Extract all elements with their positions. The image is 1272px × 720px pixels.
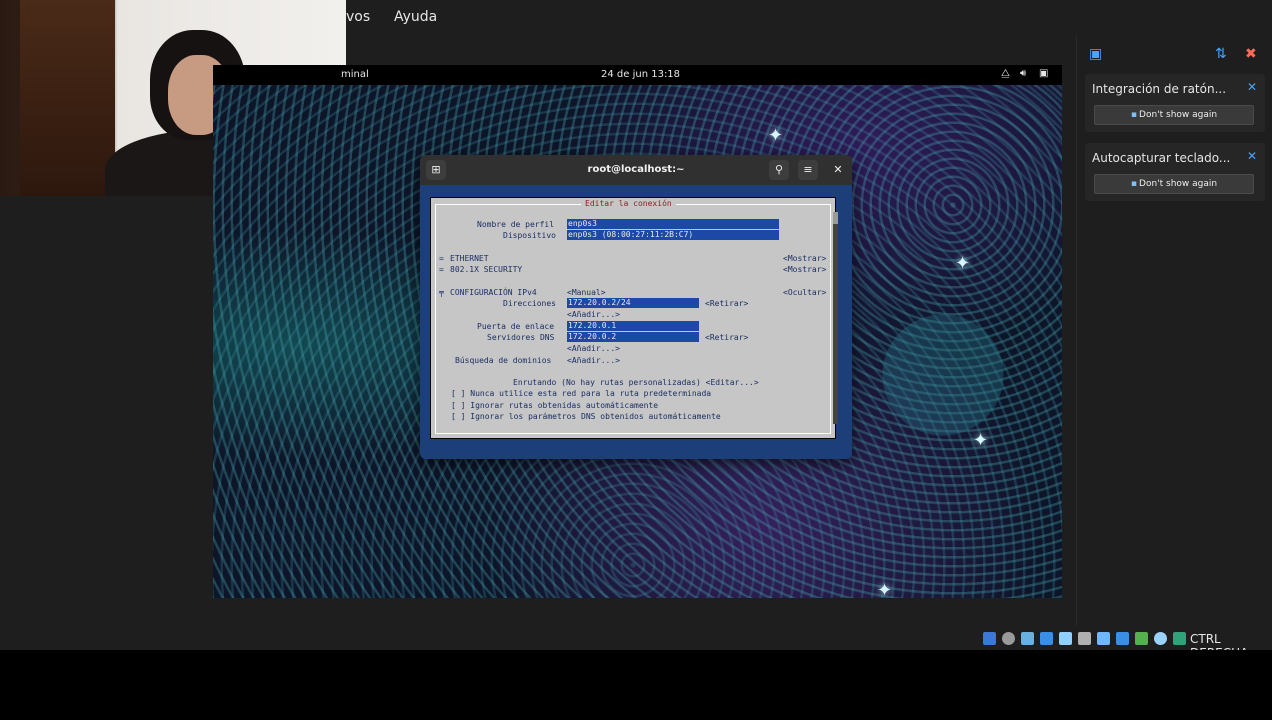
terminal-body[interactable]: Editar la conexión Nombre de perfil enp0… <box>420 185 852 459</box>
usb-icon[interactable] <box>1059 632 1072 645</box>
ignore-auto-routes-checkbox[interactable]: [ ] Ignorar rutas obtenidas automáticame… <box>451 401 658 410</box>
menu-archivo[interactable]: vos <box>346 9 370 25</box>
security-show-button[interactable]: <Mostrar> <box>783 265 826 274</box>
optical-drive-icon[interactable] <box>983 632 996 645</box>
notification-icon[interactable]: ▣ <box>1089 46 1102 62</box>
webcam-background-door <box>20 0 115 196</box>
volume-icon[interactable]: 🔊︎ <box>1020 68 1026 79</box>
device-label: Dispositivo <box>503 231 556 240</box>
close-icon[interactable]: ✕ <box>1247 149 1257 163</box>
dont-show-again-label: Don't show again <box>1139 179 1218 189</box>
keyboard-capture-icon[interactable] <box>1173 632 1186 645</box>
gateway-field[interactable]: 172.20.0.1 <box>567 321 699 331</box>
profile-label: Nombre de perfil <box>477 220 555 229</box>
wallpaper-star: ✦ <box>973 430 989 451</box>
addresses-label: Direcciones <box>503 299 556 308</box>
remove-address-button[interactable]: <Retirar> <box>705 299 748 308</box>
display-icon[interactable] <box>1097 632 1110 645</box>
ipv4-section-toggle[interactable]: ╤ <box>439 288 449 297</box>
bottom-letterbox <box>0 650 1272 720</box>
vm-statusbar: CTRL DERECHA <box>0 628 1272 660</box>
nmtui-scrollbar-thumb[interactable] <box>833 224 838 424</box>
mouse-integration-icon[interactable] <box>1154 632 1167 645</box>
close-icon[interactable]: ✕ <box>1247 80 1257 94</box>
guest-topbar: minal 24 de jun 13:18 ⧋ 🔊︎ ▣ <box>213 65 1062 85</box>
dont-show-again-label: Don't show again <box>1139 110 1218 120</box>
dont-show-again-button[interactable]: ▪ Don't show again <box>1094 105 1254 125</box>
ethernet-section-toggle[interactable]: = <box>439 254 449 263</box>
guest-clock[interactable]: 24 de jun 13:18 <box>601 69 680 80</box>
battery-icon[interactable]: ▣ <box>1039 68 1048 79</box>
ignore-auto-dns-checkbox[interactable]: [ ] Ignorar los parámetros DNS obtenidos… <box>451 412 721 421</box>
add-search-domain-button[interactable]: <Añadir...> <box>567 356 620 365</box>
wallpaper-star: ✦ <box>877 580 893 598</box>
gateway-label: Puerta de enlace <box>477 322 555 331</box>
security-section-label: 802.1X SECURITY <box>450 265 523 274</box>
cpu-icon[interactable] <box>1135 632 1148 645</box>
notification-title: Autocapturar teclado... <box>1092 151 1231 165</box>
sort-icon[interactable]: ⇅ <box>1215 46 1227 62</box>
profile-name-field[interactable]: enp0s3 <box>567 219 779 229</box>
nmtui-title: Editar la conexión <box>581 199 676 208</box>
dns-label: Servidores DNS <box>487 333 555 342</box>
add-dns-button[interactable]: <Añadir...> <box>567 344 620 353</box>
ipv4-mode-select[interactable]: <Manual> <box>567 288 606 297</box>
menu-ayuda[interactable]: Ayuda <box>394 9 437 25</box>
guest-active-app[interactable]: minal <box>341 69 369 80</box>
nmtui-dialog: Editar la conexión Nombre de perfil enp0… <box>430 197 838 439</box>
notification-keyboard-capture: Autocapturar teclado... ✕ ▪ Don't show ag… <box>1085 143 1265 201</box>
message-icon: ▪ <box>1130 110 1138 120</box>
search-domains-label: Búsqueda de dominios <box>455 356 552 365</box>
security-section-toggle[interactable]: = <box>439 265 449 274</box>
remove-dns-button[interactable]: <Retirar> <box>705 333 748 342</box>
ipv4-section-label: CONFIGURACIÓN IPv4 <box>450 288 537 297</box>
add-address-button[interactable]: <Añadir...> <box>567 310 620 319</box>
notification-title: Integración de ratón... <box>1092 82 1227 96</box>
device-field[interactable]: enp0s3 (08:00:27:11:2B:C7) <box>567 230 779 240</box>
terminal-window[interactable]: ⊞ root@localhost:~ ⚲ ≡ ✕ Editar la conex… <box>420 155 852 459</box>
vm-display[interactable]: minal 24 de jun 13:18 ⧋ 🔊︎ ▣ ✦ ✦ ✦ ✦ ⊞ r… <box>213 65 1062 598</box>
wallpaper-star: ✦ <box>768 125 784 146</box>
video-capture-icon[interactable] <box>1116 632 1129 645</box>
notification-mouse-integration: Integración de ratón... ✕ ▪ Don't show ag… <box>1085 74 1265 132</box>
routing-row[interactable]: Enrutando (No hay rutas personalizadas) … <box>513 378 759 387</box>
search-icon[interactable]: ⚲ <box>769 160 789 180</box>
never-default-route-checkbox[interactable]: [ ] Nunca utilice esta red para la ruta … <box>451 389 711 398</box>
network-adapter-icon[interactable] <box>1040 632 1053 645</box>
ipv4-hide-button[interactable]: <Ocultar> <box>783 288 826 297</box>
shared-folder-icon[interactable] <box>1078 632 1091 645</box>
hamburger-menu-icon[interactable]: ≡ <box>798 160 818 180</box>
dns-field[interactable]: 172.20.0.2 <box>567 332 699 342</box>
ethernet-section-label: ETHERNET <box>450 254 489 263</box>
audio-icon[interactable] <box>1021 632 1034 645</box>
clear-all-icon[interactable]: ✖ <box>1245 46 1257 62</box>
nmtui-scrollbar[interactable] <box>833 212 838 424</box>
close-icon[interactable]: ✕ <box>828 160 848 180</box>
address-field[interactable]: 172.20.0.2/24 <box>567 298 699 308</box>
dont-show-again-button[interactable]: ▪ Don't show again <box>1094 174 1254 194</box>
notification-panel: ▣ ⇅ ✖ Integración de ratón... ✕ ▪ Don't s… <box>1076 36 1272 626</box>
wallpaper-star: ✦ <box>955 253 971 274</box>
network-icon[interactable]: ⧋ <box>1001 68 1010 79</box>
ethernet-show-button[interactable]: <Mostrar> <box>783 254 826 263</box>
cd-icon[interactable] <box>1002 632 1015 645</box>
terminal-header: ⊞ root@localhost:~ ⚲ ≡ ✕ <box>420 155 852 185</box>
message-icon: ▪ <box>1130 179 1138 189</box>
